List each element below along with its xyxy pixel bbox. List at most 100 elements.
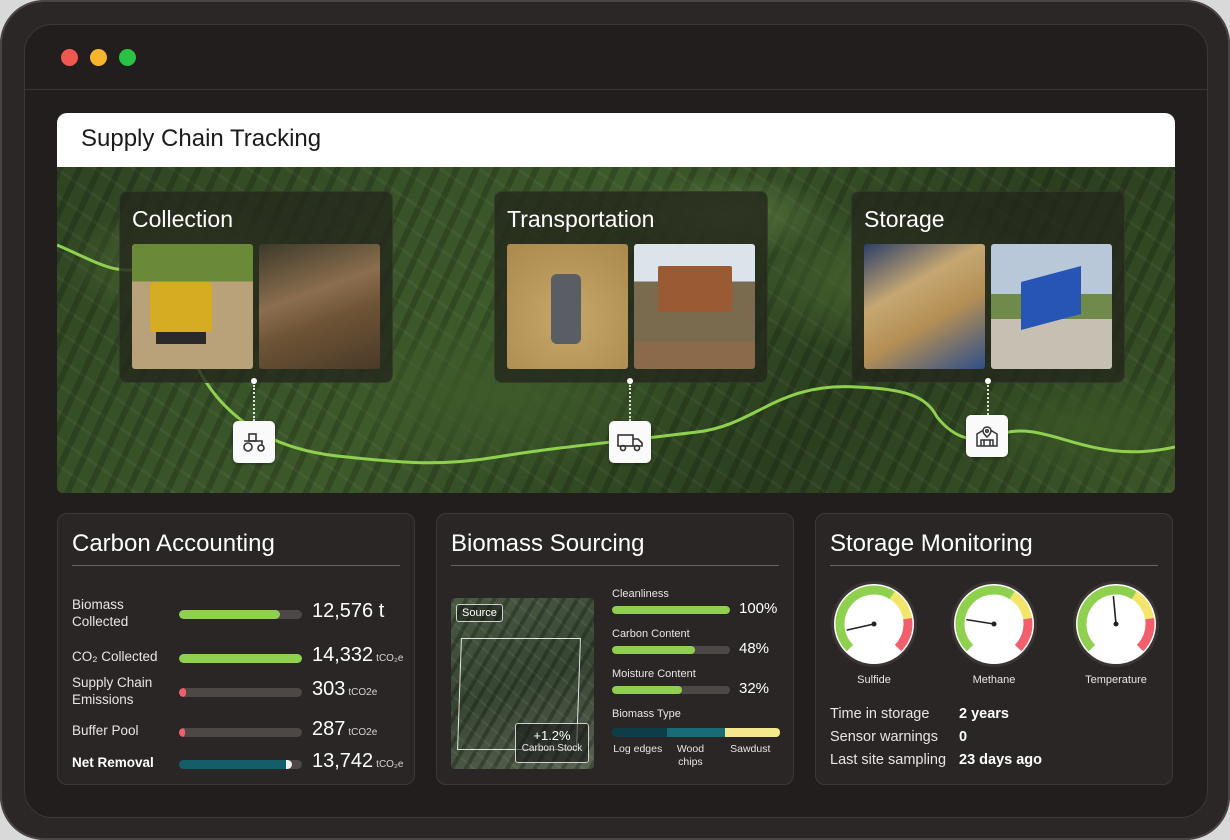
- stage-title: Transportation: [507, 206, 655, 232]
- app-window: Supply Chain Tracking Collection Transpo…: [24, 24, 1208, 818]
- metric-value: 287 tCO2e: [312, 718, 377, 741]
- carbon-metric-row: Biomass Collected 12,576 t: [72, 596, 402, 629]
- close-window-button[interactable]: [61, 49, 78, 66]
- quality-label: Moisture Content: [612, 668, 696, 680]
- metric-bar-fill: [179, 654, 302, 663]
- carbon-metric-row: Net Removal 13,742 tCO₂e: [72, 746, 403, 778]
- card-title: Storage Monitoring: [830, 530, 1033, 557]
- stat-value: 0: [959, 729, 968, 745]
- tractor-icon[interactable]: [233, 421, 275, 463]
- stat-label: Sensor warnings: [830, 729, 938, 745]
- moisture-meter-photo[interactable]: [507, 244, 628, 369]
- page-title: Supply Chain Tracking: [81, 125, 322, 152]
- metric-number: 287: [312, 718, 346, 740]
- metric-value: 303 tCO2e: [312, 678, 377, 701]
- metric-unit: tCO2e: [348, 727, 378, 738]
- metric-bar-fill: [179, 688, 187, 697]
- metric-number: 12,576 t: [312, 600, 385, 622]
- metric-label: CO₂ Collected: [72, 649, 158, 664]
- carbon-metric-row: CO₂ Collected 14,332 tCO₂e: [72, 640, 403, 672]
- biomass-type-segment: [724, 728, 780, 737]
- biomass-type-label: Log edges: [613, 743, 663, 755]
- carbon-accounting-card: Carbon Accounting Biomass Collected 12,57…: [57, 513, 415, 785]
- quality-value: 100%: [739, 600, 778, 617]
- quality-bar: [612, 646, 730, 654]
- biomass-type-segment: [612, 728, 668, 737]
- quality-bar-fill: [612, 686, 682, 694]
- metric-unit: tCO2e: [348, 687, 378, 698]
- quality-row: Moisture Content 32%: [612, 668, 784, 697]
- storage-stat-row: Time in storage 2 years: [830, 706, 1009, 722]
- stage-connector: [629, 385, 631, 421]
- stage-pin-dot: [627, 378, 633, 384]
- metric-unit: tCO₂e: [376, 653, 404, 664]
- quality-bar-fill: [612, 606, 730, 614]
- metric-value: 13,742 tCO₂e: [312, 750, 403, 773]
- biomass-type-heading: Biomass Type: [612, 708, 784, 720]
- quality-label: Cleanliness: [612, 588, 669, 600]
- metric-bar-fill: [179, 728, 186, 737]
- quality-bar: [612, 686, 730, 694]
- stage-connector: [987, 385, 989, 415]
- device-frame: Supply Chain Tracking Collection Transpo…: [0, 0, 1230, 840]
- stat-label: Time in storage: [830, 706, 930, 722]
- metric-number: 13,742: [312, 750, 374, 772]
- auger-conveyor-photo[interactable]: [864, 244, 985, 369]
- gauge-dial: [951, 581, 1037, 667]
- carbon-metric-row: Supply Chain Emissions 303 tCO2e: [72, 674, 402, 707]
- metric-bar-fill: [179, 610, 280, 619]
- stage-pin-dot: [985, 378, 991, 384]
- metric-bar: [179, 688, 302, 697]
- gauge-label: Methane: [972, 674, 1016, 686]
- biomass-type-label: Sawdust: [730, 743, 771, 755]
- card-divider: [451, 565, 779, 566]
- minimize-window-button[interactable]: [90, 49, 107, 66]
- stage-title: Collection: [132, 206, 233, 232]
- metric-bar-fill: [179, 760, 293, 769]
- warehouse-location-icon[interactable]: [966, 415, 1008, 457]
- stat-value: 23 days ago: [959, 752, 1043, 768]
- stage-transportation[interactable]: Transportation: [494, 191, 768, 383]
- quality-bar: [612, 606, 730, 614]
- metric-value: 14,332 tCO₂e: [312, 644, 403, 667]
- metric-unit: tCO₂e: [376, 759, 404, 770]
- supply-chain-map[interactable]: Collection Transportation Storage: [57, 167, 1175, 493]
- wood-logs-photo[interactable]: [259, 244, 380, 369]
- metric-label: Supply Chain Emissions: [72, 675, 153, 707]
- stage-storage[interactable]: Storage: [851, 191, 1125, 383]
- quality-row: Carbon Content 48%: [612, 628, 784, 657]
- stage-pin-dot: [251, 378, 257, 384]
- metric-label: Buffer Pool: [72, 723, 139, 738]
- carbon-stock-badge: +1.2% Carbon Stock: [515, 723, 589, 763]
- metric-label: Biomass Collected: [72, 597, 129, 629]
- stat-value: 2 years: [959, 706, 1009, 722]
- gauge-label: Temperature: [1085, 674, 1147, 686]
- quality-row: Cleanliness 100%: [612, 588, 784, 617]
- gauge-dial: [831, 581, 917, 667]
- carbon-metric-row: Buffer Pool 287 tCO2e: [72, 714, 402, 746]
- storage-stat-row: Sensor warnings 0: [830, 729, 967, 745]
- carbon-stock-label: Carbon Stock: [521, 743, 583, 754]
- stat-label: Last site sampling: [830, 752, 947, 768]
- biomass-type-segment: [667, 728, 725, 737]
- stage-connector: [253, 385, 255, 421]
- storage-stat-row: Last site sampling 23 days ago: [830, 752, 1042, 768]
- quality-value: 48%: [739, 640, 770, 657]
- card-divider: [72, 565, 400, 566]
- source-map-thumbnail[interactable]: Source +1.2% Carbon Stock: [451, 598, 594, 769]
- metric-number: 14,332: [312, 644, 374, 666]
- biomass-type-label: Wood chips: [676, 743, 705, 768]
- truck-icon[interactable]: [609, 421, 651, 463]
- wheel-loader-photo[interactable]: [132, 244, 253, 369]
- metric-bar: [179, 760, 302, 769]
- dump-truck-photo[interactable]: [634, 244, 755, 369]
- metric-value: 12,576 t: [312, 600, 387, 623]
- metric-bar: [179, 654, 302, 663]
- stage-collection[interactable]: Collection: [119, 191, 393, 383]
- card-divider: [830, 565, 1158, 566]
- dump-trailer-photo[interactable]: [991, 244, 1112, 369]
- maximize-window-button[interactable]: [119, 49, 136, 66]
- supply-chain-header: Supply Chain Tracking: [57, 113, 1175, 167]
- biomass-type-bar: [612, 728, 780, 737]
- gauge-label: Sulfide: [857, 674, 891, 686]
